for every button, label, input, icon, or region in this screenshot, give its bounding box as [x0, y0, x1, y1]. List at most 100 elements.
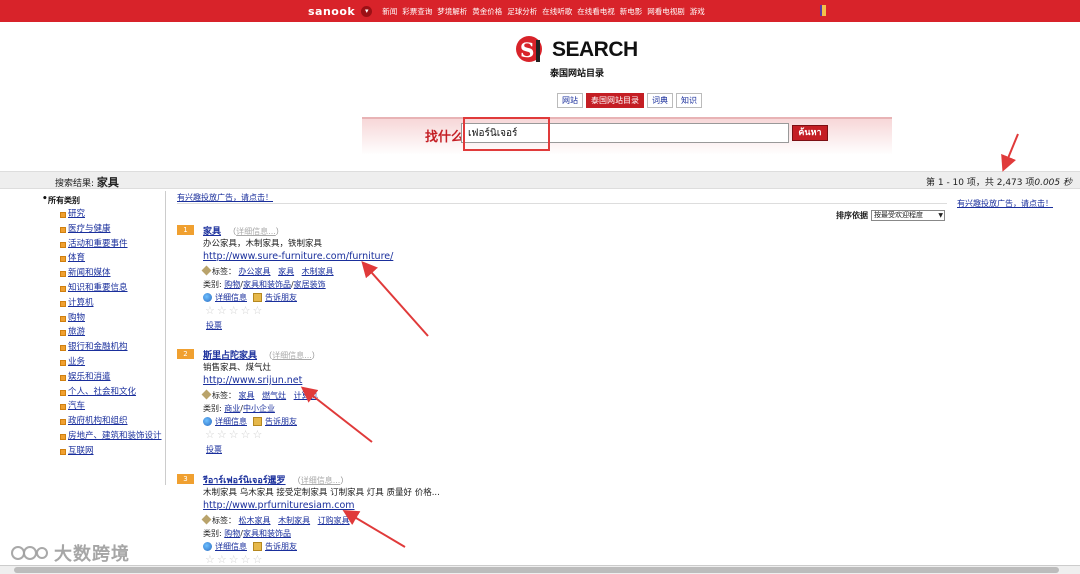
tag-link[interactable]: 松木家具 [239, 516, 271, 525]
sidebar-item-health[interactable]: 医疗与健康 [68, 224, 111, 234]
star-icon[interactable]: ☆ [253, 429, 263, 440]
sidebar-item-realestate[interactable]: 房地产、建筑和装饰设计 [68, 431, 162, 441]
star-icon[interactable]: ☆ [205, 305, 215, 316]
rating-stars: ☆ ☆ ☆ ☆ ☆ [205, 305, 264, 316]
sanook-logo[interactable]: sanook [308, 5, 355, 18]
top-link-tv[interactable]: 在线看电视 [577, 6, 615, 17]
star-icon[interactable]: ☆ [241, 554, 251, 565]
sidebar-item-shopping[interactable]: 购物 [68, 313, 85, 323]
star-icon[interactable]: ☆ [217, 429, 227, 440]
info-link[interactable]: 详细信息 [215, 292, 247, 303]
tag-link[interactable]: 订购家具 [318, 516, 350, 525]
star-icon[interactable]: ☆ [217, 305, 227, 316]
search-button[interactable]: ค้นหา [792, 125, 828, 141]
tell-friend-link[interactable]: 告诉朋友 [265, 292, 297, 303]
sidebar-item-travel[interactable]: 旅游 [68, 327, 85, 337]
result-categories: 类别: 购物/家具和装饰品 [203, 529, 291, 538]
category-link[interactable]: 购物 [224, 529, 240, 538]
top-link-movie[interactable]: 新电影 [620, 6, 643, 17]
vote-link[interactable]: 投票 [206, 444, 222, 455]
paren-close: ） [340, 476, 349, 485]
sidebar-item-internet[interactable]: 互联网 [68, 446, 94, 456]
info-link[interactable]: 详细信息 [215, 416, 247, 427]
flag-icon[interactable] [820, 5, 826, 16]
ad-link-right[interactable]: 有兴趣投放广告，请点击！ [957, 198, 1053, 209]
star-icon[interactable]: ☆ [241, 305, 251, 316]
result-url[interactable]: http://www.sure-furniture.com/furniture/ [203, 251, 393, 262]
star-icon[interactable]: ☆ [253, 554, 263, 565]
sidebar-item-business[interactable]: 业务 [68, 357, 85, 367]
top-link-series[interactable]: 网看电视剧 [647, 6, 685, 17]
detail-link[interactable]: 详细信息... [236, 227, 276, 236]
chevron-down-icon[interactable]: ▾ [361, 5, 373, 17]
scrollbar-thumb[interactable] [14, 567, 1059, 573]
result-url[interactable]: http://www.srijun.net [203, 375, 302, 386]
top-link-music[interactable]: 在线听歌 [542, 6, 572, 17]
tell-friend-link[interactable]: 告诉朋友 [265, 416, 297, 427]
result-title-link[interactable]: 斯里占陀家具 [203, 351, 257, 361]
sort-control: 排序依据 按最受欢迎程度 ▼ [836, 210, 945, 221]
star-icon[interactable]: ☆ [253, 305, 263, 316]
top-link-lottery[interactable]: 彩票查询 [402, 6, 432, 17]
category-link[interactable]: 商业 [224, 404, 240, 413]
tag-link[interactable]: 办公家具 [239, 267, 271, 276]
sidebar-item-sports[interactable]: 体育 [68, 253, 85, 263]
star-icon[interactable]: ☆ [229, 554, 239, 565]
result-title-link[interactable]: 家具 [203, 227, 221, 237]
sidebar-item-computers[interactable]: 计算机 [68, 298, 94, 308]
results-prefix: 搜索结果: [55, 179, 95, 189]
sidebar-item-cars[interactable]: 汽车 [68, 401, 85, 411]
result-title-link[interactable]: รีอาร์เฟอร์นิเจอร์暹罗 [203, 476, 286, 486]
tag-link[interactable]: 木制家具 [302, 267, 334, 276]
star-icon[interactable]: ☆ [229, 429, 239, 440]
tell-friend-link[interactable]: 告诉朋友 [265, 541, 297, 552]
top-link-football[interactable]: 足球分析 [507, 6, 537, 17]
sidebar-item-events[interactable]: 活动和重要事件 [68, 239, 128, 249]
tag-link[interactable]: 燃气灶 [262, 391, 286, 400]
sidebar-item-government[interactable]: 政府机构和组织 [68, 416, 128, 426]
rating-stars: ☆ ☆ ☆ ☆ ☆ [205, 554, 264, 565]
top-link-games[interactable]: 游戏 [690, 6, 705, 17]
sidebar-item-banks[interactable]: 银行和金融机构 [68, 342, 128, 352]
sidebar-item-news[interactable]: 新闻和媒体 [68, 268, 111, 278]
list-item: 知识和重要信息 [60, 281, 166, 296]
ad-link[interactable]: 有兴趣投放广告，请点击！ [177, 192, 273, 203]
sidebar-item-society[interactable]: 个人、社会和文化 [68, 387, 136, 397]
category-link[interactable]: 购物 [224, 280, 240, 289]
top-link-gold[interactable]: 黄金价格 [472, 6, 502, 17]
star-icon[interactable]: ☆ [217, 554, 227, 565]
paren-open: （ [264, 351, 273, 360]
category-link[interactable]: 家具和装饰品 [243, 280, 291, 289]
category-link[interactable]: 家具和装饰品 [243, 529, 291, 538]
tab-dictionary[interactable]: 词典 [647, 93, 673, 108]
tag-link[interactable]: 家具 [239, 391, 255, 400]
search-logo[interactable]: S SEARCH [516, 36, 638, 64]
category-link[interactable]: 中小企业 [243, 404, 275, 413]
tab-knowledge[interactable]: 知识 [676, 93, 702, 108]
top-link-news[interactable]: 新闻 [382, 6, 397, 17]
sidebar-item-knowledge[interactable]: 知识和重要信息 [68, 283, 128, 293]
list-item: 银行和金融机构 [60, 340, 166, 355]
sort-select[interactable]: 按最受欢迎程度 ▼ [871, 210, 945, 221]
star-icon[interactable]: ☆ [205, 429, 215, 440]
horizontal-scrollbar[interactable] [0, 565, 1080, 574]
detail-link[interactable]: 详细信息... [301, 476, 341, 485]
search-input[interactable] [461, 123, 789, 143]
tag-link[interactable]: 家具 [278, 267, 294, 276]
star-icon[interactable]: ☆ [229, 305, 239, 316]
star-icon[interactable]: ☆ [205, 554, 215, 565]
sidebar-item-entertainment[interactable]: 娱乐和消遣 [68, 372, 111, 382]
tab-directory[interactable]: 泰国网站目录 [586, 93, 644, 108]
result-url[interactable]: http://www.prfurnituresiam.com [203, 500, 355, 511]
tag-link[interactable]: 木制家具 [278, 516, 310, 525]
result-description: 木制家具 乌木家具 接受定制家具 订制家具 灯具 质量好 价格... [203, 488, 440, 498]
tag-link[interactable]: 计算机 [294, 391, 318, 400]
vote-link[interactable]: 投票 [206, 320, 222, 331]
sidebar-item-research[interactable]: 研究 [68, 209, 85, 219]
category-link[interactable]: 家居装饰 [294, 280, 326, 289]
top-link-dream[interactable]: 梦境解析 [437, 6, 467, 17]
detail-link[interactable]: 详细信息... [272, 351, 312, 360]
info-link[interactable]: 详细信息 [215, 541, 247, 552]
tab-web[interactable]: 网站 [557, 93, 583, 108]
star-icon[interactable]: ☆ [241, 429, 251, 440]
